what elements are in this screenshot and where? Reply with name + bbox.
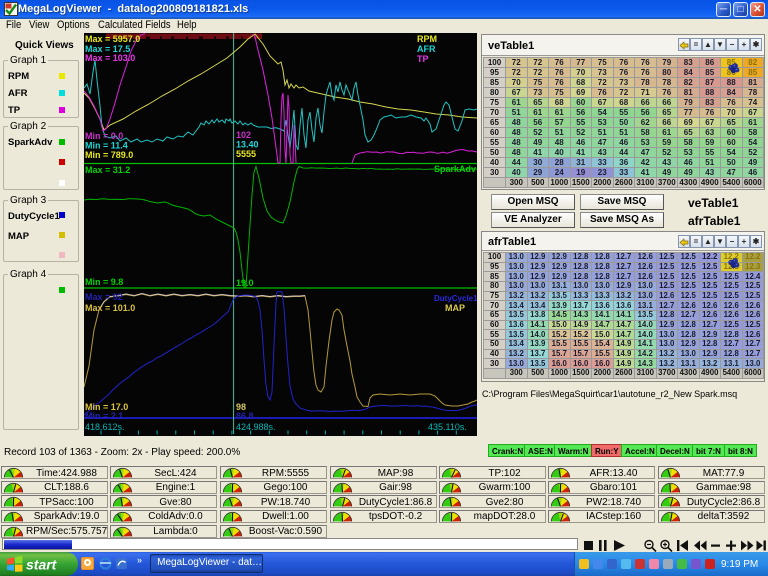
svg-text:86.8: 86.8 — [236, 411, 254, 421]
svg-text:Min = 789.0: Min = 789.0 — [85, 150, 133, 160]
svg-text:Max = 92: Max = 92 — [85, 292, 123, 302]
svg-text:SparkAdv: SparkAdv — [434, 164, 476, 174]
svg-text:RPM: RPM — [417, 34, 437, 44]
svg-text:Min = 11.4: Min = 11.4 — [85, 141, 128, 151]
svg-text:Max = 5957.0: Max = 5957.0 — [85, 34, 140, 44]
svg-text:Min = 9.8: Min = 9.8 — [85, 277, 123, 287]
svg-text:418.612s.: 418.612s. — [85, 422, 125, 432]
svg-text:435.110s.: 435.110s. — [428, 422, 467, 432]
svg-text:DutyCycle1: DutyCycle1 — [434, 294, 477, 303]
svg-text:start: start — [26, 557, 58, 573]
svg-text:Max = 31.2: Max = 31.2 — [85, 165, 130, 175]
svg-text:Min = 2.1: Min = 2.1 — [85, 411, 123, 421]
svg-text:AFR: AFR — [417, 44, 436, 54]
svg-text:Max = 101.0: Max = 101.0 — [85, 303, 135, 313]
svg-text:19.0: 19.0 — [236, 278, 254, 288]
svg-text:13.40: 13.40 — [236, 140, 259, 150]
svg-text:5555: 5555 — [236, 149, 256, 159]
svg-text:TP: TP — [417, 54, 429, 64]
svg-text:424.988s.: 424.988s. — [236, 422, 276, 432]
svg-text:Min = 0.0: Min = 0.0 — [85, 131, 123, 141]
svg-text:MAP: MAP — [445, 303, 465, 313]
svg-text:Max = 103.0: Max = 103.0 — [85, 53, 135, 63]
svg-text:102: 102 — [236, 130, 251, 140]
